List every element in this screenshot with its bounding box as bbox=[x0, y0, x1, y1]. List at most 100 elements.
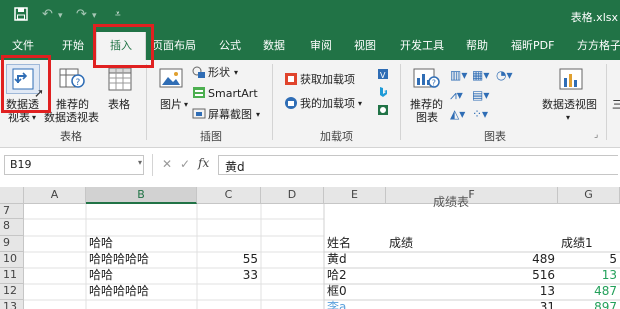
statistic-chart-icon[interactable]: ▤▾ bbox=[472, 88, 489, 102]
my-addins-button[interactable]: 我的加载项 bbox=[300, 97, 355, 110]
recommended-pivot-button[interactable]: 推荐的 bbox=[56, 98, 89, 111]
redo-dropdown-icon[interactable]: ▾ bbox=[92, 11, 97, 21]
undo-icon[interactable]: ↶ bbox=[42, 7, 53, 22]
get-addins-button[interactable]: 获取加载项 bbox=[300, 73, 355, 86]
cell-g12[interactable]: 487 bbox=[558, 284, 620, 300]
cell-f12[interactable]: 13 bbox=[386, 284, 558, 300]
pivot-dropdown-icon[interactable]: ▾ bbox=[32, 111, 36, 124]
illustrations-group-label: 插图 bbox=[200, 130, 222, 143]
cell-g10[interactable]: 5 bbox=[558, 252, 620, 268]
recommended-charts-button[interactable]: 推荐的 bbox=[410, 98, 443, 111]
table-button[interactable]: 表格 bbox=[108, 98, 130, 111]
cell-c10[interactable]: 55 bbox=[197, 252, 261, 268]
redo-icon[interactable]: ↷ bbox=[76, 7, 87, 22]
cell-g13[interactable]: 897 bbox=[558, 300, 620, 309]
select-all-corner[interactable] bbox=[0, 187, 24, 204]
recommended-pivot-icon[interactable]: ? bbox=[58, 66, 86, 95]
column-header-e[interactable]: E bbox=[324, 187, 386, 204]
tab-home[interactable]: 开始 bbox=[62, 32, 84, 60]
group-divider bbox=[606, 64, 607, 140]
tab-view[interactable]: 视图 bbox=[354, 32, 376, 60]
pivot-chart-icon[interactable] bbox=[558, 66, 584, 95]
table-icon[interactable] bbox=[107, 66, 133, 95]
row-header-13[interactable]: 13 bbox=[0, 300, 24, 309]
cell-e13[interactable]: 李a bbox=[324, 300, 349, 309]
pivot-chart-button[interactable]: 数据透视图 bbox=[542, 98, 597, 111]
pivot-table-button-line2[interactable]: 视表 bbox=[8, 111, 30, 124]
pie-chart-icon[interactable]: ◔▾ bbox=[496, 68, 513, 82]
pictures-dropdown-icon[interactable]: ▾ bbox=[184, 98, 188, 111]
column-header-b[interactable]: B bbox=[86, 187, 197, 204]
cell-c11[interactable]: 33 bbox=[197, 268, 261, 284]
visio-icon[interactable]: V bbox=[377, 68, 389, 83]
cell-e11[interactable]: 哈2 bbox=[324, 268, 350, 284]
tab-fangfang[interactable]: 方方格子 bbox=[577, 32, 620, 60]
name-box-dropdown-icon[interactable]: ▾ bbox=[138, 158, 142, 167]
name-box[interactable]: B19 bbox=[4, 155, 144, 175]
line-chart-icon[interactable]: ⩘▾ bbox=[450, 88, 463, 103]
cell-f7[interactable]: 成绩表 bbox=[430, 195, 472, 211]
column-chart-icon[interactable]: ▥▾ bbox=[450, 68, 467, 82]
row-header-12[interactable]: 12 bbox=[0, 284, 24, 300]
tab-developer[interactable]: 开发工具 bbox=[400, 32, 444, 60]
tab-help[interactable]: 帮助 bbox=[466, 32, 488, 60]
smartart-button[interactable]: SmartArt bbox=[208, 87, 258, 100]
screenshot-icon bbox=[192, 107, 206, 123]
cell-f11[interactable]: 516 bbox=[386, 268, 558, 284]
shapes-dropdown-icon[interactable]: ▾ bbox=[234, 66, 238, 79]
row-header-7[interactable]: 7 bbox=[0, 204, 24, 219]
screenshot-button[interactable]: 屏幕截图 bbox=[208, 108, 252, 121]
my-addins-icon bbox=[284, 96, 298, 113]
cell-g9[interactable]: 成绩1 bbox=[558, 236, 596, 252]
my-addins-dropdown-icon[interactable]: ▾ bbox=[358, 97, 362, 110]
cell-b10[interactable]: 哈哈哈哈哈 bbox=[86, 252, 152, 268]
tab-foxit-pdf[interactable]: 福昕PDF bbox=[511, 32, 554, 60]
cell-f10[interactable]: 489 bbox=[386, 252, 558, 268]
enter-icon[interactable]: ✓ bbox=[180, 157, 190, 171]
cell-e12[interactable]: 框0 bbox=[324, 284, 350, 300]
tab-review[interactable]: 审阅 bbox=[310, 32, 332, 60]
shapes-button[interactable]: 形状 bbox=[208, 66, 230, 79]
tab-file[interactable]: 文件 bbox=[12, 32, 34, 60]
cell-g11[interactable]: 13 bbox=[558, 268, 620, 284]
column-header-a[interactable]: A bbox=[24, 187, 86, 204]
recommended-charts-icon[interactable]: ? bbox=[412, 66, 440, 95]
cell-b9[interactable]: 哈哈 bbox=[86, 236, 116, 252]
cell-e10[interactable]: 黄d bbox=[324, 252, 350, 268]
cell-b12[interactable]: 哈哈哈哈哈 bbox=[86, 284, 152, 300]
row-header-11[interactable]: 11 bbox=[0, 268, 24, 284]
screenshot-dropdown-icon[interactable]: ▾ bbox=[256, 108, 260, 121]
customize-toolbar-icon[interactable]: ⩡ bbox=[115, 9, 121, 20]
save-icon[interactable] bbox=[14, 7, 28, 25]
dialog-launcher-icon[interactable]: ⌟ bbox=[594, 130, 598, 140]
hierarchy-chart-icon[interactable]: ▦▾ bbox=[472, 68, 489, 82]
bing-icon[interactable] bbox=[377, 86, 389, 101]
row-header-10[interactable]: 10 bbox=[0, 252, 24, 268]
insert-function-icon[interactable]: fx bbox=[198, 156, 209, 170]
column-header-d[interactable]: D bbox=[261, 187, 324, 204]
tab-insert[interactable]: 插入 bbox=[96, 32, 146, 60]
row-header-9[interactable]: 9 bbox=[0, 236, 24, 252]
recommended-charts-button-line2[interactable]: 图表 bbox=[416, 111, 438, 124]
area-chart-icon[interactable]: ◭▾ bbox=[450, 107, 465, 121]
picture-icon[interactable] bbox=[158, 66, 184, 93]
column-header-c[interactable]: C bbox=[197, 187, 261, 204]
people-graph-icon[interactable] bbox=[377, 104, 389, 119]
pivot-table-button[interactable]: 数据透 bbox=[6, 98, 39, 111]
tab-formulas[interactable]: 公式 bbox=[219, 32, 241, 60]
pictures-button[interactable]: 图片 bbox=[160, 98, 182, 111]
cell-f9[interactable]: 成绩 bbox=[386, 236, 416, 252]
formula-input[interactable]: 黄d bbox=[218, 155, 618, 175]
recommended-pivot-button-line2[interactable]: 数据透视表 bbox=[44, 111, 99, 124]
pivot-chart-dropdown-icon[interactable]: ▾ bbox=[566, 111, 570, 124]
cell-b11[interactable]: 哈哈 bbox=[86, 268, 116, 284]
tab-page-layout[interactable]: 页面布局 bbox=[152, 32, 196, 60]
cell-f13[interactable]: 31 bbox=[386, 300, 558, 309]
tab-data[interactable]: 数据 bbox=[263, 32, 285, 60]
scatter-chart-icon[interactable]: ⁘▾ bbox=[472, 107, 488, 121]
cancel-icon[interactable]: ✕ bbox=[162, 157, 172, 171]
column-header-g[interactable]: G bbox=[558, 187, 620, 204]
cell-e9[interactable]: 姓名 bbox=[324, 236, 354, 252]
undo-dropdown-icon[interactable]: ▾ bbox=[58, 11, 63, 21]
row-header-8[interactable]: 8 bbox=[0, 219, 24, 236]
